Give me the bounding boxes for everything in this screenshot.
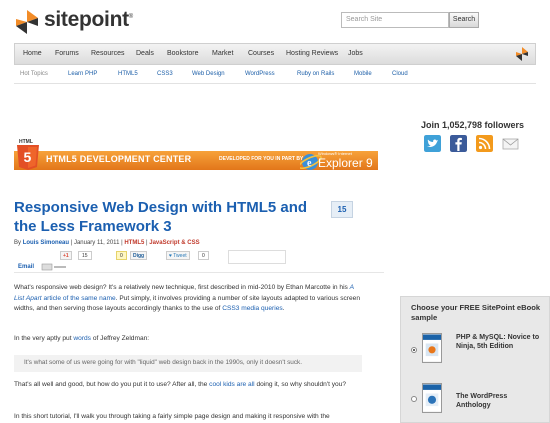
article-same-name-link[interactable]: article of the same name — [43, 295, 115, 302]
rss-icon[interactable] — [476, 135, 493, 152]
hot-topic-css3[interactable]: CSS3 — [157, 71, 173, 77]
comment-count-badge[interactable]: 15 — [331, 201, 353, 218]
print-icon[interactable] — [41, 263, 67, 271]
ebook-radio-wordpress[interactable] — [411, 396, 417, 402]
css3-media-queries-link[interactable]: CSS3 media queries — [222, 305, 282, 312]
byline-prefix: By — [14, 240, 22, 246]
svg-text:e: e — [307, 158, 312, 169]
nav-deals[interactable]: Deals — [136, 44, 154, 64]
hot-topics-bar: Hot Topics Learn PHP HTML5 CSS3 Web Desi… — [14, 66, 536, 84]
blockquote: It's what some of us were going for with… — [14, 355, 362, 372]
book-title-php-mysql[interactable]: PHP & MySQL: Novice to Ninja, 5th Editio… — [456, 333, 542, 351]
svg-text:HTML: HTML — [19, 139, 33, 145]
hot-topic-html5[interactable]: HTML5 — [118, 71, 138, 77]
paragraph-2: In the very aptly put words of Jeffrey Z… — [14, 335, 150, 342]
sitepoint-logo-icon[interactable] — [14, 9, 40, 35]
nav-resources[interactable]: Resources — [91, 44, 124, 64]
nav-bookstore[interactable]: Bookstore — [167, 44, 199, 64]
digg-count: 0 — [116, 251, 127, 260]
html5-shield-icon: HTML 5 — [17, 139, 39, 170]
main-nav: Home Forums Resources Deals Bookstore Ma… — [14, 43, 536, 65]
paragraph-1: What's responsive web design? It's a rel… — [14, 284, 360, 312]
paragraph-4: In this short tutorial, I'll walk you th… — [14, 413, 330, 420]
cool-kids-link[interactable]: cool kids are all — [209, 381, 254, 388]
svg-text:5: 5 — [24, 149, 32, 165]
digg-button[interactable]: Digg — [130, 251, 148, 260]
words-link[interactable]: words — [73, 335, 91, 342]
book-cover-wordpress — [422, 383, 442, 413]
author-link[interactable]: Louis Simoneau — [23, 240, 69, 246]
nav-market[interactable]: Market — [212, 44, 233, 64]
hot-topic-learn-php[interactable]: Learn PHP — [68, 71, 97, 77]
tag-javascript-css[interactable]: JavaScript & CSS — [149, 240, 199, 246]
gplus-count: 15 — [78, 251, 92, 260]
email-icon[interactable] — [502, 135, 519, 152]
ebook-panel-title: Choose your FREE SitePoint eBook sample — [411, 303, 541, 322]
search-button[interactable]: Search — [449, 12, 479, 28]
article-byline: By Louis Simoneau | January 11, 2011 | H… — [14, 240, 200, 246]
hot-topic-ruby-on-rails[interactable]: Ruby on Rails — [297, 71, 334, 77]
hot-topic-cloud[interactable]: Cloud — [392, 71, 408, 77]
hot-topic-web-design[interactable]: Web Design — [192, 71, 225, 77]
nav-hosting-reviews[interactable]: Hosting Reviews — [286, 44, 338, 64]
banner-title: HTML5 DEVELOPMENT CENTER — [46, 154, 192, 164]
site-logo-text[interactable]: sitepoint® — [44, 8, 133, 32]
banner-subtitle: DEVELOPED FOR YOU IN PART BY — [219, 156, 304, 162]
facebook-icon[interactable] — [450, 135, 467, 152]
nav-courses[interactable]: Courses — [248, 44, 274, 64]
share-divider — [14, 272, 384, 273]
nav-home[interactable]: Home — [23, 44, 42, 64]
nav-jobs[interactable]: Jobs — [348, 44, 363, 64]
tag-html5[interactable]: HTML5 — [124, 240, 144, 246]
tweet-button[interactable]: ♥ Tweet — [166, 251, 190, 260]
article-title[interactable]: Responsive Web Design with HTML5 and the… — [14, 198, 324, 236]
twitter-icon[interactable] — [424, 135, 441, 152]
nav-forums[interactable]: Forums — [55, 44, 79, 64]
ebook-radio-php-mysql[interactable] — [411, 347, 417, 353]
ie-big-text: Explorer 9 — [318, 156, 373, 170]
ad-placeholder — [228, 250, 286, 264]
gplus-button[interactable]: +1 — [60, 251, 72, 260]
tweet-count: 0 — [198, 251, 209, 260]
followers-count: Join 1,052,798 followers — [421, 120, 525, 130]
sitepoint-mini-logo-icon[interactable] — [515, 47, 529, 61]
paragraph-3: That's all well and good, but how do you… — [14, 381, 347, 388]
hot-topics-label: Hot Topics — [20, 71, 48, 77]
hot-topic-wordpress[interactable]: WordPress — [245, 71, 275, 77]
byline-sep: | — [70, 240, 73, 246]
book-cover-php-mysql — [422, 333, 442, 363]
book-title-wordpress[interactable]: The WordPress Anthology — [456, 392, 542, 410]
search-input[interactable]: Search Site — [341, 12, 449, 28]
hot-topic-mobile[interactable]: Mobile — [354, 71, 372, 77]
byline-sep: | — [121, 240, 123, 246]
article-date: January 11, 2011 — [73, 240, 120, 246]
byline-sep: | — [146, 240, 148, 246]
email-share-link[interactable]: Email — [18, 264, 34, 270]
